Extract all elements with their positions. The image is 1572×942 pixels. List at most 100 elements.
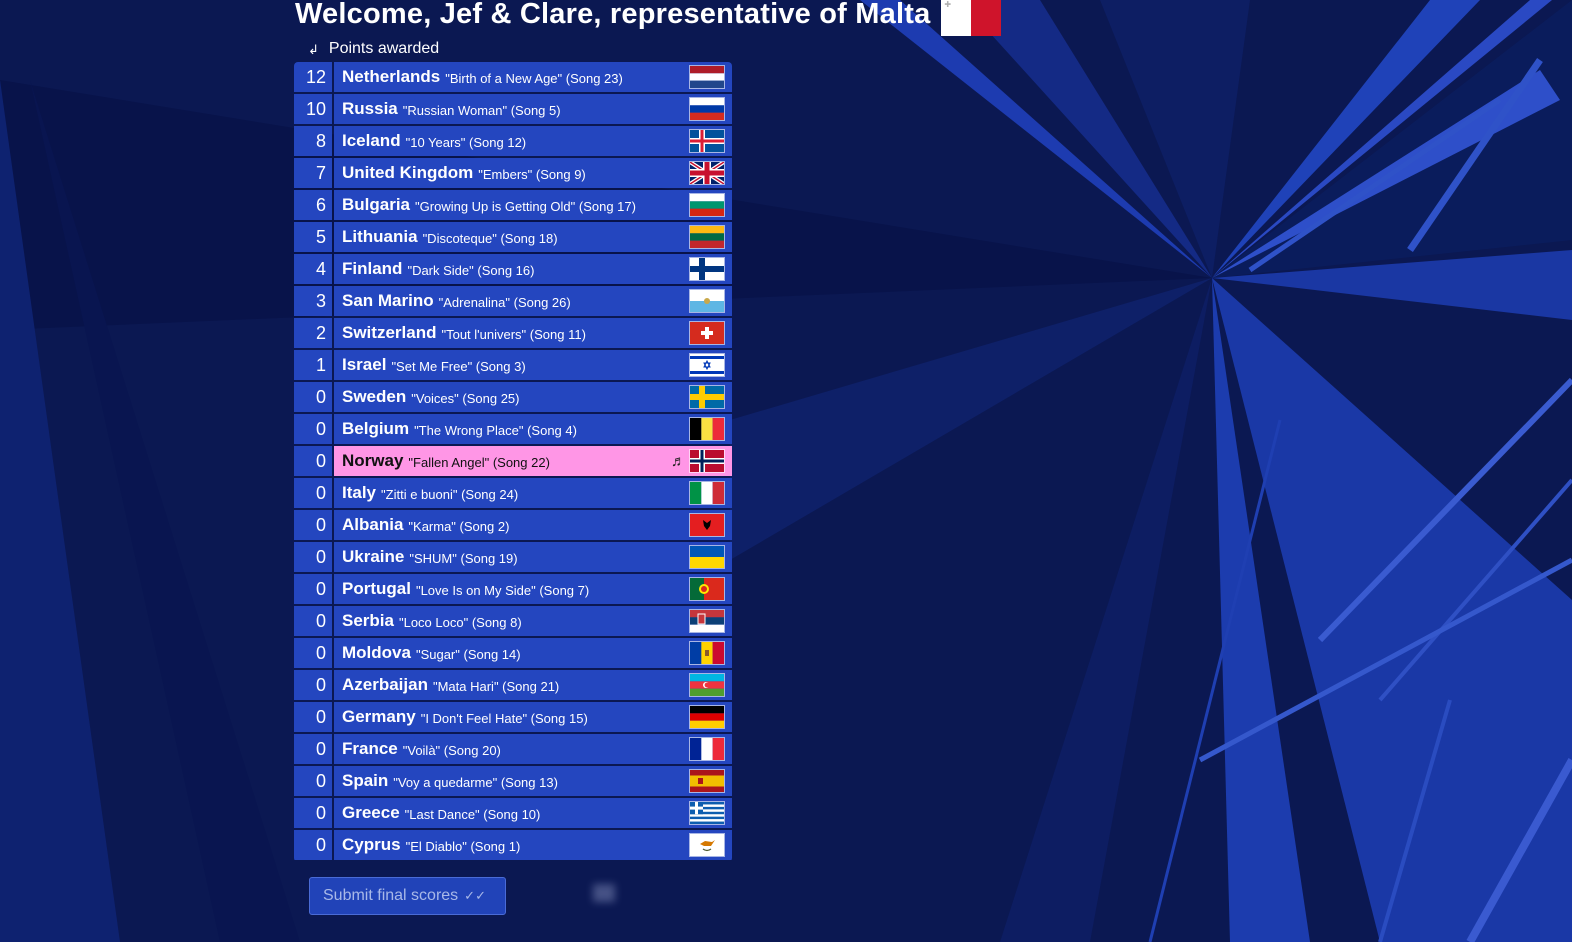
entry-body[interactable]: Italy "Zitti e buoni" (Song 24) [334, 478, 732, 508]
points-awarded-label: Points awarded [328, 40, 440, 57]
entry-body[interactable]: Serbia "Loco Loco" (Song 8) [334, 606, 732, 636]
song-title: "SHUM" (Song 19) [409, 550, 518, 566]
ukraine-flag-icon [689, 545, 725, 569]
entry-body[interactable]: Russia "Russian Woman" (Song 5) [334, 94, 732, 124]
points-value: 7 [294, 158, 332, 188]
entry-row-ukraine[interactable]: 0 Ukraine "SHUM" (Song 19) [294, 542, 732, 572]
entry-body[interactable]: Netherlands "Birth of a New Age" (Song 23… [334, 62, 732, 92]
entry-row-cyprus[interactable]: 0 Cyprus "El Diablo" (Song 1) [294, 830, 732, 860]
entry-body[interactable]: Portugal "Love Is on My Side" (Song 7) [334, 574, 732, 604]
points-value: 1 [294, 350, 332, 380]
country-name: Bulgaria [342, 195, 411, 214]
song-title: "Karma" (Song 2) [408, 518, 510, 534]
entry-body[interactable]: Azerbaijan "Mata Hari" (Song 21) [334, 670, 732, 700]
country-name: Cyprus [342, 835, 401, 854]
country-name: Greece [342, 803, 400, 822]
entry-body[interactable]: Sweden "Voices" (Song 25) [334, 382, 732, 412]
entry-row-moldova[interactable]: 0 Moldova "Sugar" (Song 14) [294, 638, 732, 668]
song-title: "I Don't Feel Hate" (Song 15) [420, 710, 588, 726]
finland-flag-icon [689, 257, 725, 281]
entry-body[interactable]: Albania "Karma" (Song 2) [334, 510, 732, 540]
azerbaijan-flag-icon [689, 673, 725, 697]
entry-row-netherlands[interactable]: 12 Netherlands "Birth of a New Age" (Song … [294, 62, 732, 92]
country-name: Germany [342, 707, 416, 726]
country-name: Norway [342, 451, 404, 470]
albania-flag-icon [689, 513, 725, 537]
entry-row-serbia[interactable]: 0 Serbia "Loco Loco" (Song 8) [294, 606, 732, 636]
entry-body[interactable]: San Marino "Adrenalina" (Song 26) [334, 286, 732, 316]
entry-row-russia[interactable]: 10 Russia "Russian Woman" (Song 5) [294, 94, 732, 124]
country-name: Israel [342, 355, 387, 374]
entry-row-norway[interactable]: 0 Norway "Fallen Angel" (Song 22) ♬ [294, 446, 732, 476]
entry-row-switzerland[interactable]: 2 Switzerland "Tout l'univers" (Song 11) [294, 318, 732, 348]
country-name: United Kingdom [342, 163, 474, 182]
country-name: Serbia [342, 611, 394, 630]
greece-flag-icon [689, 801, 725, 825]
entry-body[interactable]: Iceland "10 Years" (Song 12) [334, 126, 732, 156]
entry-row-lithuania[interactable]: 5 Lithuania "Discoteque" (Song 18) [294, 222, 732, 252]
country-name: Finland [342, 259, 403, 278]
entry-body[interactable]: Ukraine "SHUM" (Song 19) [334, 542, 732, 572]
country-name: Switzerland [342, 323, 437, 342]
sanmarino-flag-icon [689, 289, 725, 313]
entry-row-uk[interactable]: 7 United Kingdom "Embers" (Song 9) [294, 158, 732, 188]
points-value: 0 [294, 606, 332, 636]
points-value: 0 [294, 766, 332, 796]
israel-flag-icon [689, 353, 725, 377]
entry-body[interactable]: Spain "Voy a quedarme" (Song 13) [334, 766, 732, 796]
country-name: Italy [342, 483, 377, 502]
song-title: "Loco Loco" (Song 8) [398, 614, 522, 630]
entry-body[interactable]: Finland "Dark Side" (Song 16) [334, 254, 732, 284]
song-title: "Birth of a New Age" (Song 23) [445, 70, 623, 86]
iceland-flag-icon [689, 129, 725, 153]
entry-row-belgium[interactable]: 0 Belgium "The Wrong Place" (Song 4) [294, 414, 732, 444]
country-name: Azerbaijan [342, 675, 428, 694]
entry-row-portugal[interactable]: 0 Portugal "Love Is on My Side" (Song 7) [294, 574, 732, 604]
points-value: 0 [294, 478, 332, 508]
entry-row-israel[interactable]: 1 Israel "Set Me Free" (Song 3) [294, 350, 732, 380]
entry-row-sanmarino[interactable]: 3 San Marino "Adrenalina" (Song 26) [294, 286, 732, 316]
country-name: Moldova [342, 643, 411, 662]
lithuania-flag-icon [689, 225, 725, 249]
points-value: 0 [294, 414, 332, 444]
song-title: "Love Is on My Side" (Song 7) [415, 582, 590, 598]
entry-body[interactable]: Switzerland "Tout l'univers" (Song 11) [334, 318, 732, 348]
sweden-flag-icon [689, 385, 725, 409]
entry-row-bulgaria[interactable]: 6 Bulgaria "Growing Up is Getting Old" (So… [294, 190, 732, 220]
entry-body[interactable]: Greece "Last Dance" (Song 10) [334, 798, 732, 828]
entry-row-iceland[interactable]: 8 Iceland "10 Years" (Song 12) [294, 126, 732, 156]
entry-row-finland[interactable]: 4 Finland "Dark Side" (Song 16) [294, 254, 732, 284]
song-title: "Voy a quedarme" (Song 13) [393, 774, 558, 790]
entry-body[interactable]: Norway "Fallen Angel" (Song 22) ♬ [334, 446, 732, 476]
song-title: "Discoteque" (Song 18) [422, 230, 558, 246]
points-value: 0 [294, 446, 332, 476]
country-name: Russia [342, 99, 398, 118]
entry-body[interactable]: Israel "Set Me Free" (Song 3) [334, 350, 732, 380]
song-title: "Dark Side" (Song 16) [407, 262, 535, 278]
entry-body[interactable]: United Kingdom "Embers" (Song 9) [334, 158, 732, 188]
entry-row-germany[interactable]: 0 Germany "I Don't Feel Hate" (Song 15) [294, 702, 732, 732]
ranking-list: 12 Netherlands "Birth of a New Age" (Song … [294, 62, 732, 862]
entry-row-greece[interactable]: 0 Greece "Last Dance" (Song 10) [294, 798, 732, 828]
country-name: Iceland [342, 131, 401, 150]
entry-row-azerbaijan[interactable]: 0 Azerbaijan "Mata Hari" (Song 21) [294, 670, 732, 700]
entry-body[interactable]: Bulgaria "Growing Up is Getting Old" (Son… [334, 190, 732, 220]
entry-body[interactable]: Lithuania "Discoteque" (Song 18) [334, 222, 732, 252]
entry-body[interactable]: Germany "I Don't Feel Hate" (Song 15) [334, 702, 732, 732]
points-value: 0 [294, 382, 332, 412]
entry-row-italy[interactable]: 0 Italy "Zitti e buoni" (Song 24) [294, 478, 732, 508]
country-name: Lithuania [342, 227, 418, 246]
entry-row-france[interactable]: 0 France "Voilà" (Song 20) [294, 734, 732, 764]
entry-body[interactable]: Belgium "The Wrong Place" (Song 4) [334, 414, 732, 444]
points-value: 0 [294, 830, 332, 860]
song-title: "Voices" (Song 25) [411, 390, 520, 406]
entry-body[interactable]: Cyprus "El Diablo" (Song 1) [334, 830, 732, 860]
entry-body[interactable]: Moldova "Sugar" (Song 14) [334, 638, 732, 668]
song-title: "Fallen Angel" (Song 22) [408, 454, 550, 470]
entry-row-spain[interactable]: 0 Spain "Voy a quedarme" (Song 13) [294, 766, 732, 796]
entry-body[interactable]: France "Voilà" (Song 20) [334, 734, 732, 764]
return-arrow-icon: ↲ [308, 42, 319, 57]
submit-final-scores-button[interactable]: Submit final scores ✓✓ [309, 877, 506, 915]
entry-row-albania[interactable]: 0 Albania "Karma" (Song 2) [294, 510, 732, 540]
entry-row-sweden[interactable]: 0 Sweden "Voices" (Song 25) [294, 382, 732, 412]
